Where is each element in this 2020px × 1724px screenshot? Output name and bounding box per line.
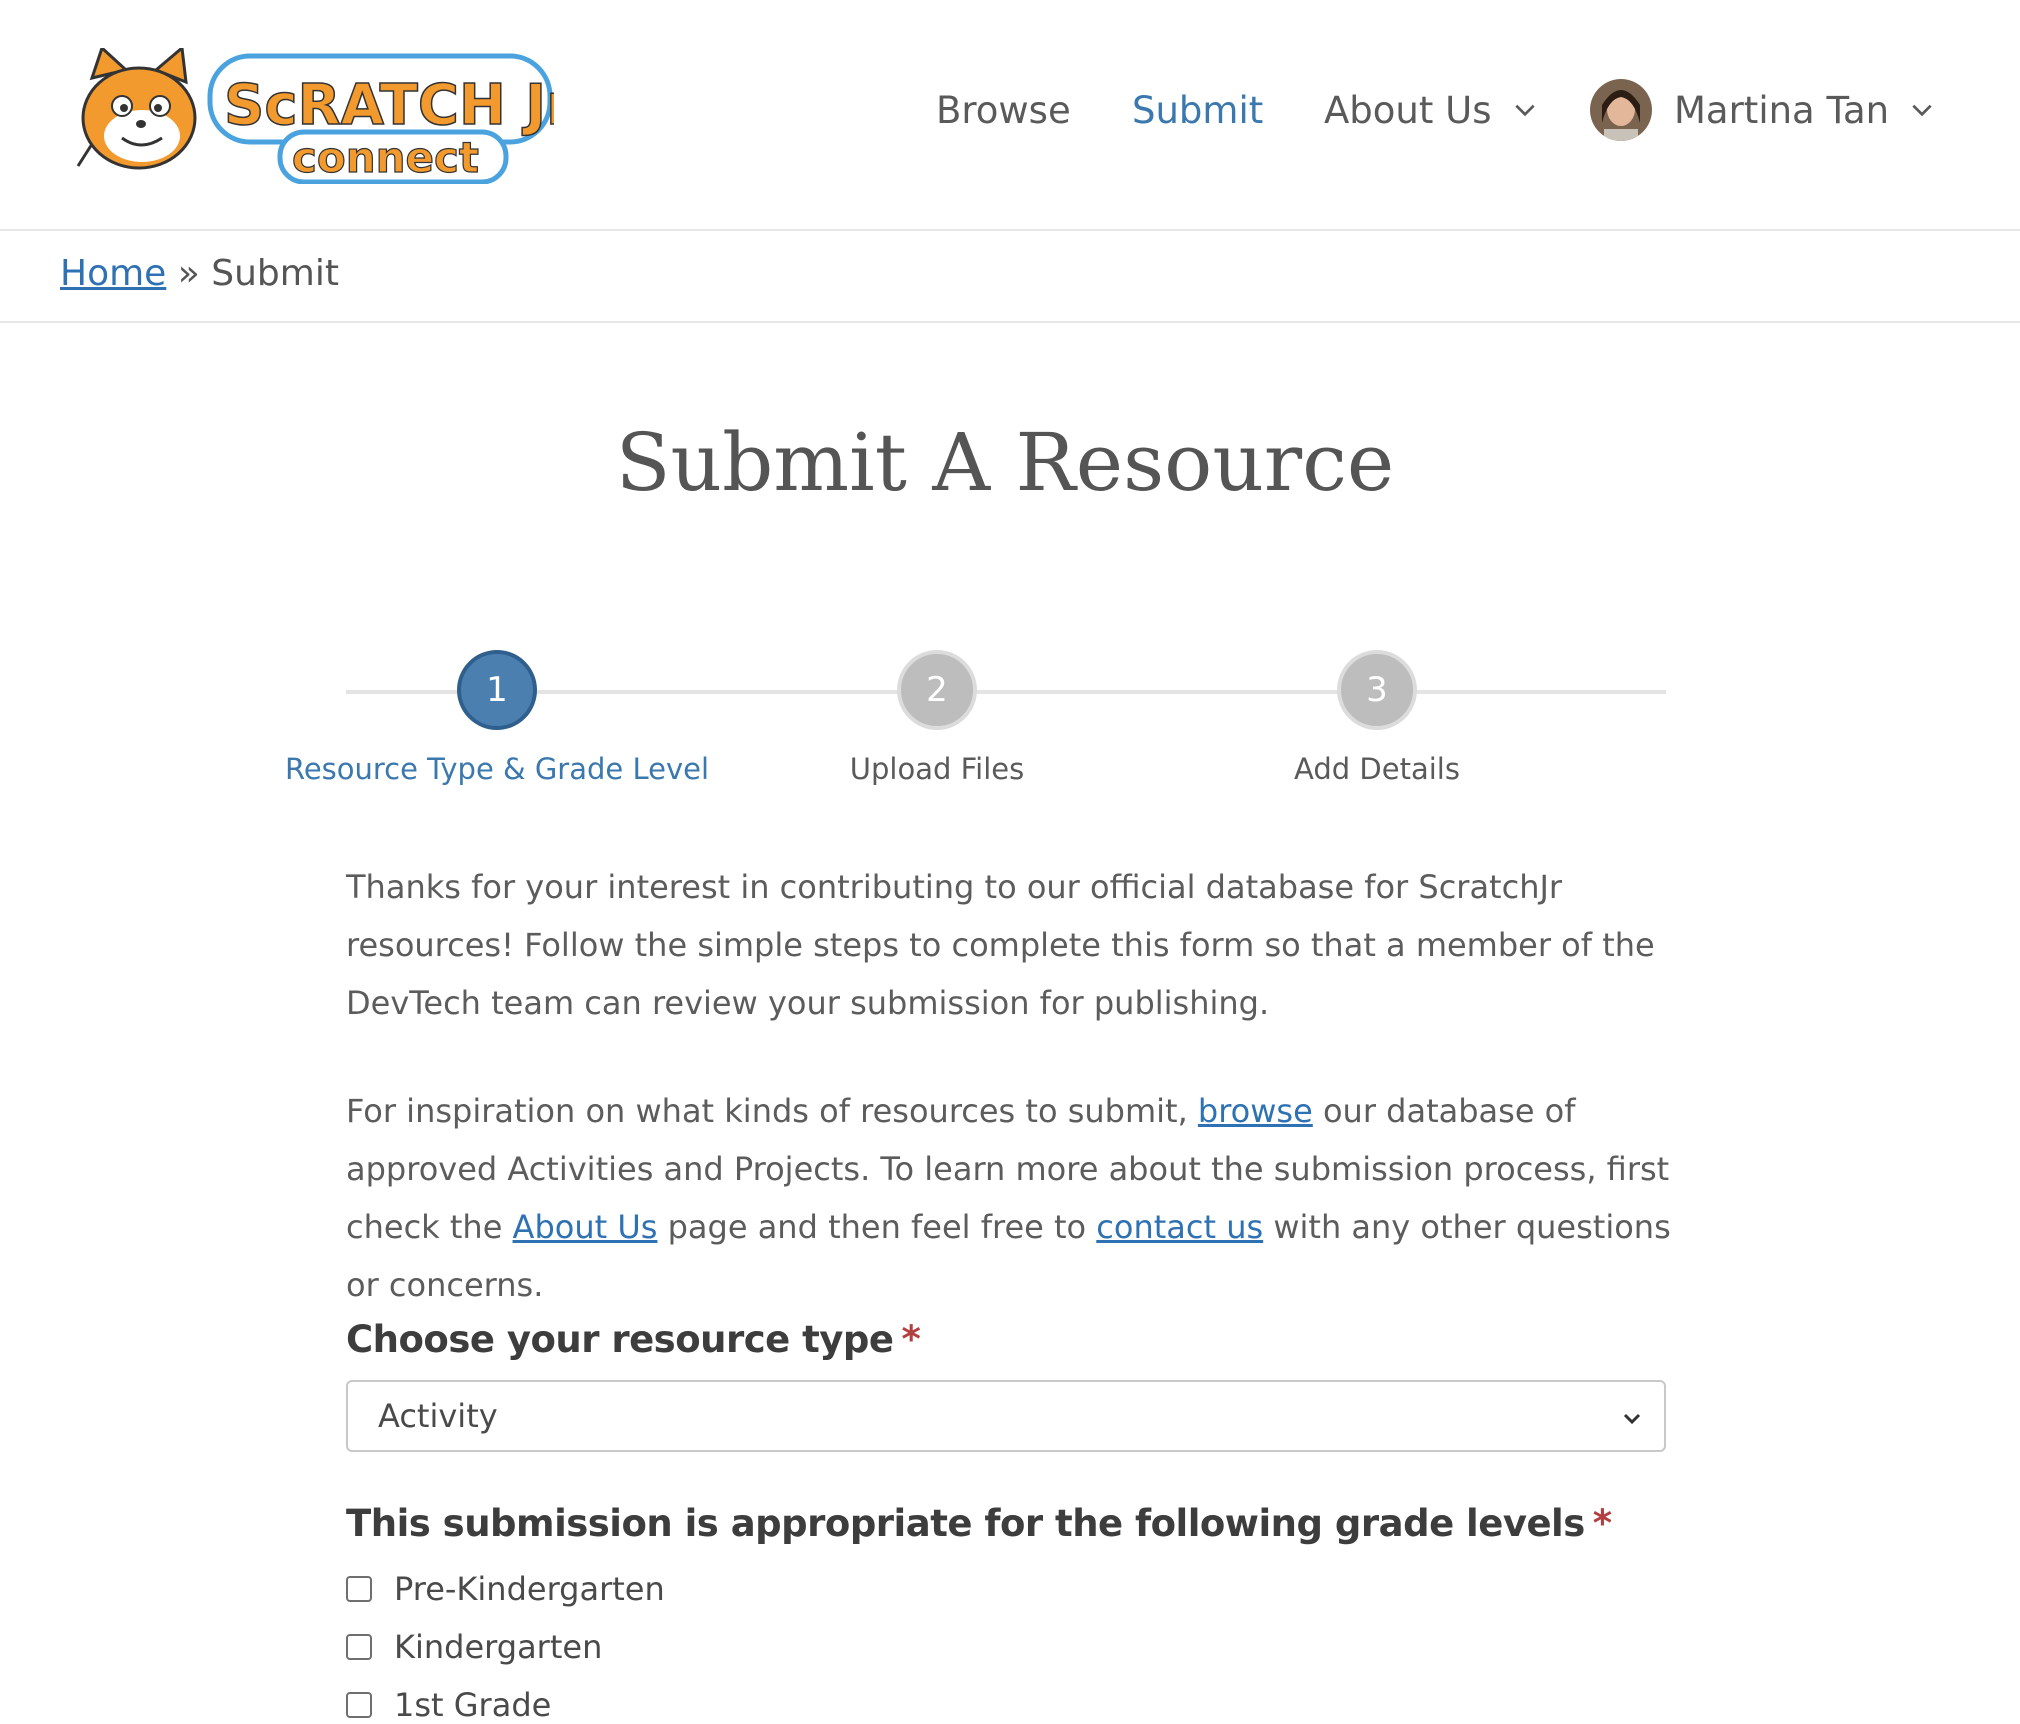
- 1st-grade-label: 1st Grade: [394, 1686, 552, 1724]
- required-marker: *: [901, 1318, 921, 1361]
- user-name[interactable]: Martina Tan: [1674, 89, 1889, 132]
- scratchjr-connect-logo[interactable]: ScRATCH Jr connect: [74, 48, 554, 184]
- intro-text: page and then feel free to: [667, 1208, 1087, 1246]
- nav-submit-link[interactable]: Submit: [1132, 89, 1263, 132]
- resource-type-select[interactable]: Activity: [346, 1380, 1666, 1452]
- intro-paragraph-2: For inspiration on what kinds of resourc…: [346, 1082, 1676, 1314]
- grade-levels-label: This submission is appropriate for the f…: [346, 1502, 1612, 1545]
- step-1-circle[interactable]: 1: [457, 650, 537, 730]
- step-3-label: Add Details: [1294, 752, 1460, 786]
- chevron-down-icon[interactable]: [1909, 97, 1935, 123]
- kindergarten-checkbox[interactable]: [346, 1634, 372, 1660]
- step-2-circle[interactable]: 2: [897, 650, 977, 730]
- chevron-down-icon: [1623, 1413, 1641, 1425]
- resource-type-value: Activity: [378, 1397, 498, 1435]
- 1st-grade-checkbox[interactable]: [346, 1692, 372, 1718]
- step-3[interactable]: 3 Add Details: [1157, 650, 1597, 786]
- pre-k-label: Pre-Kindergarten: [394, 1570, 665, 1608]
- step-3-circle[interactable]: 3: [1337, 650, 1417, 730]
- resource-type-label: Choose your resource type *: [346, 1318, 921, 1361]
- grade-levels-label-text: This submission is appropriate for the f…: [346, 1502, 1585, 1545]
- user-menu[interactable]: Martina Tan: [1590, 78, 1935, 142]
- contact-us-link[interactable]: contact us: [1096, 1208, 1263, 1246]
- page-title: Submit A Resource: [615, 416, 1395, 509]
- form-stepper: 1 Resource Type & Grade Level 2 Upload F…: [285, 650, 1666, 790]
- intro-paragraph-1: Thanks for your interest in contributing…: [346, 868, 1655, 1022]
- step-1-label: Resource Type & Grade Level: [284, 752, 710, 786]
- grade-option-1st-grade[interactable]: 1st Grade: [346, 1686, 551, 1724]
- resource-type-label-text: Choose your resource type: [346, 1318, 894, 1361]
- grade-option-pre-k[interactable]: Pre-Kindergarten: [346, 1570, 665, 1608]
- grade-option-kindergarten[interactable]: Kindergarten: [346, 1628, 602, 1666]
- svg-text:ScRATCH Jr: ScRATCH Jr: [224, 73, 554, 138]
- step-2[interactable]: 2 Upload Files: [717, 650, 1157, 786]
- kindergarten-label: Kindergarten: [394, 1628, 603, 1666]
- site-header: ScRATCH Jr connect Browse Submit About U…: [0, 0, 2020, 231]
- step-1[interactable]: 1 Resource Type & Grade Level: [277, 650, 717, 786]
- about-us-link[interactable]: About Us: [513, 1208, 658, 1246]
- svg-text:connect: connect: [292, 133, 479, 182]
- breadcrumb: Home » Submit: [60, 253, 339, 294]
- step-2-label: Upload Files: [849, 752, 1025, 786]
- scratch-cat-icon: [76, 48, 197, 170]
- nav-browse-link[interactable]: Browse: [936, 89, 1071, 132]
- nav-browse[interactable]: Browse: [936, 78, 1071, 142]
- pre-k-checkbox[interactable]: [346, 1576, 372, 1602]
- user-avatar[interactable]: [1590, 79, 1652, 141]
- browse-link[interactable]: browse: [1198, 1092, 1313, 1130]
- breadcrumb-separator: »: [177, 253, 200, 294]
- breadcrumb-bar: Home » Submit: [0, 231, 2020, 323]
- chevron-down-icon[interactable]: [1512, 97, 1538, 123]
- nav-submit[interactable]: Submit: [1132, 78, 1263, 142]
- breadcrumb-home-link[interactable]: Home: [60, 253, 166, 294]
- required-marker: *: [1592, 1502, 1612, 1545]
- nav-about-us[interactable]: About Us: [1324, 78, 1538, 142]
- breadcrumb-current: Submit: [211, 253, 339, 294]
- nav-about-us-link[interactable]: About Us: [1324, 89, 1492, 132]
- intro-text: For inspiration on what kinds of resourc…: [346, 1092, 1188, 1130]
